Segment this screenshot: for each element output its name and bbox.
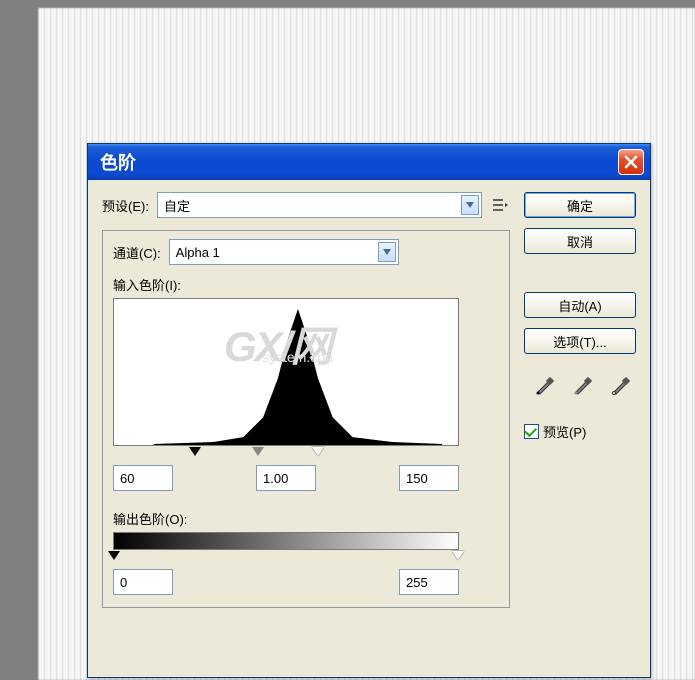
ok-button[interactable]: 确定 bbox=[524, 192, 636, 218]
channel-label: 通道(C): bbox=[113, 243, 161, 262]
chevron-down-icon[interactable] bbox=[461, 195, 479, 215]
chevron-down-icon[interactable] bbox=[378, 242, 396, 262]
preset-menu-icon[interactable] bbox=[490, 195, 510, 215]
preset-row: 预设(E): 自定 bbox=[102, 192, 510, 218]
output-high-slider[interactable] bbox=[452, 551, 464, 560]
eyedropper-group bbox=[524, 372, 636, 398]
options-button[interactable]: 选项(T)... bbox=[524, 328, 636, 354]
preview-row: 预览(P) bbox=[524, 422, 636, 441]
preset-label: 预设(E): bbox=[102, 196, 149, 215]
close-icon bbox=[624, 155, 638, 169]
output-level-values: 0 255 bbox=[113, 569, 459, 595]
close-button[interactable] bbox=[618, 149, 644, 175]
preview-checkbox[interactable] bbox=[524, 424, 539, 439]
highlight-slider[interactable] bbox=[312, 447, 324, 456]
midtone-input[interactable]: 1.00 bbox=[256, 465, 316, 491]
cancel-button[interactable]: 取消 bbox=[524, 228, 636, 254]
shadow-slider[interactable] bbox=[189, 447, 201, 456]
shadow-input[interactable]: 60 bbox=[113, 465, 173, 491]
dialog-title: 色阶 bbox=[100, 149, 136, 175]
levels-dialog: 色阶 预设(E): 自定 通道(C): bbox=[87, 143, 651, 678]
preview-label: 预览(P) bbox=[543, 422, 586, 441]
input-slider-track[interactable] bbox=[113, 447, 459, 459]
preset-combo[interactable]: 自定 bbox=[157, 192, 482, 218]
dialog-body: 预设(E): 自定 通道(C): Alpha 1 bbox=[88, 180, 650, 622]
output-high-input[interactable]: 255 bbox=[399, 569, 459, 595]
channel-row: 通道(C): Alpha 1 bbox=[113, 239, 499, 265]
channel-combo[interactable]: Alpha 1 bbox=[169, 239, 399, 265]
output-low-input[interactable]: 0 bbox=[113, 569, 173, 595]
titlebar[interactable]: 色阶 bbox=[88, 144, 650, 180]
right-column: 确定 取消 自动(A) 选项(T)... 预览(P) bbox=[524, 192, 636, 608]
highlight-input[interactable]: 150 bbox=[399, 465, 459, 491]
output-gradient bbox=[113, 532, 459, 550]
channel-value: Alpha 1 bbox=[176, 245, 378, 260]
input-level-values: 60 1.00 150 bbox=[113, 465, 459, 491]
levels-fieldset: 通道(C): Alpha 1 输入色阶(I): GX/网 system.con bbox=[102, 230, 510, 608]
white-point-eyedropper-icon[interactable] bbox=[606, 372, 636, 398]
auto-button[interactable]: 自动(A) bbox=[524, 292, 636, 318]
black-point-eyedropper-icon[interactable] bbox=[530, 372, 560, 398]
preset-value: 自定 bbox=[164, 196, 461, 215]
left-column: 预设(E): 自定 通道(C): Alpha 1 bbox=[102, 192, 510, 608]
output-low-slider[interactable] bbox=[108, 551, 120, 560]
gray-point-eyedropper-icon[interactable] bbox=[568, 372, 598, 398]
output-slider-track[interactable] bbox=[113, 551, 459, 563]
input-levels-label: 输入色阶(I): bbox=[113, 275, 499, 294]
output-levels-label: 输出色阶(O): bbox=[113, 509, 499, 528]
midtone-slider[interactable] bbox=[252, 447, 264, 456]
histogram: GX/网 system.con bbox=[113, 298, 459, 446]
